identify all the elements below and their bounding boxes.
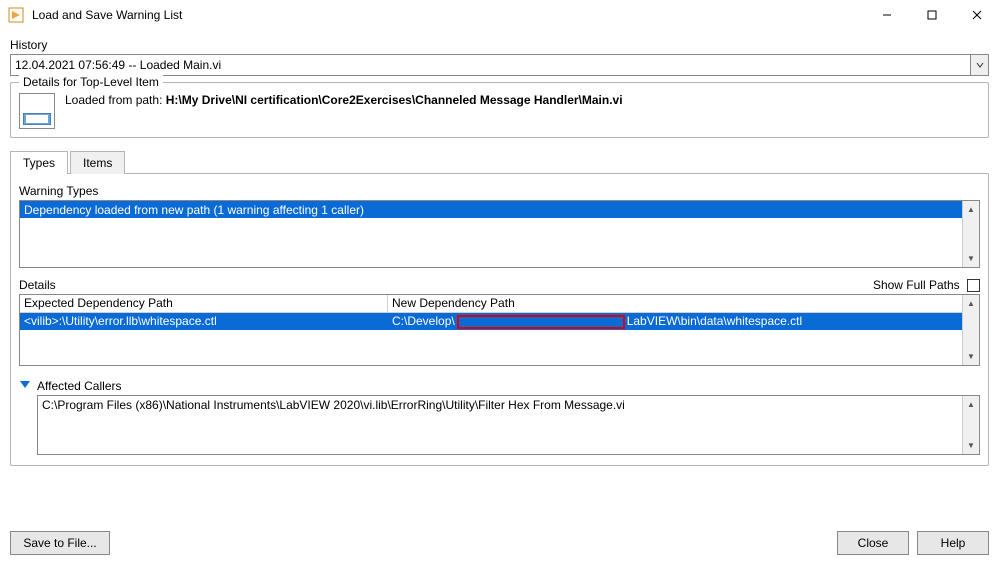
history-dropdown[interactable]: 12.04.2021 07:56:49 -- Loaded Main.vi bbox=[10, 54, 971, 76]
scroll-up-icon[interactable]: ▲ bbox=[963, 201, 979, 218]
scroll-down-icon[interactable]: ▼ bbox=[963, 250, 979, 267]
top-level-legend: Details for Top-Level Item bbox=[19, 75, 163, 89]
affected-callers-label: Affected Callers bbox=[37, 379, 122, 393]
scroll-up-icon[interactable]: ▲ bbox=[963, 396, 979, 413]
warning-type-row[interactable]: Dependency loaded from new path (1 warni… bbox=[20, 201, 962, 218]
new-path-cell: C:\Develop\ LabVIEW\bin\data\whitespace.c… bbox=[388, 313, 962, 330]
show-full-paths-checkbox[interactable] bbox=[967, 279, 980, 292]
window-controls bbox=[864, 0, 999, 30]
loaded-from-path: Loaded from path: H:\My Drive\NI certifi… bbox=[65, 93, 623, 107]
maximize-button[interactable] bbox=[909, 0, 954, 30]
dependency-table[interactable]: Expected Dependency Path New Dependency … bbox=[19, 294, 980, 366]
loaded-label: Loaded from path: bbox=[65, 93, 166, 107]
tabs: Types Items bbox=[10, 150, 989, 173]
titlebar: Load and Save Warning List bbox=[0, 0, 999, 30]
scroll-down-icon[interactable]: ▼ bbox=[963, 437, 979, 454]
minimize-button[interactable] bbox=[864, 0, 909, 30]
window-title: Load and Save Warning List bbox=[32, 8, 864, 22]
expected-path-cell: <vilib>:\Utility\error.llb\whitespace.ct… bbox=[20, 313, 388, 330]
show-full-paths-label: Show Full Paths bbox=[873, 278, 960, 292]
warning-types-label: Warning Types bbox=[19, 184, 980, 198]
tab-items[interactable]: Items bbox=[70, 151, 125, 174]
history-dropdown-button[interactable] bbox=[971, 54, 989, 76]
column-new-path[interactable]: New Dependency Path bbox=[388, 295, 962, 312]
show-full-paths[interactable]: Show Full Paths bbox=[873, 278, 980, 292]
history-selected-value: 12.04.2021 07:56:49 -- Loaded Main.vi bbox=[15, 58, 221, 72]
affected-callers-list[interactable]: C:\Program Files (x86)\National Instrume… bbox=[37, 395, 980, 455]
scroll-up-icon[interactable]: ▲ bbox=[963, 295, 979, 312]
tab-types[interactable]: Types bbox=[10, 151, 68, 174]
close-button[interactable] bbox=[954, 0, 999, 30]
details-label: Details bbox=[19, 278, 56, 292]
button-bar: Save to File... Close Help bbox=[10, 531, 989, 555]
scroll-track[interactable] bbox=[963, 312, 979, 348]
scrollbar[interactable]: ▲ ▼ bbox=[962, 201, 979, 267]
collapse-toggle[interactable] bbox=[19, 378, 31, 393]
new-path-suffix: LabVIEW\bin\data\whitespace.ctl bbox=[627, 314, 802, 328]
scroll-down-icon[interactable]: ▼ bbox=[963, 348, 979, 365]
chevron-down-icon bbox=[975, 60, 985, 70]
close-dialog-button[interactable]: Close bbox=[837, 531, 909, 555]
loaded-path-value: H:\My Drive\NI certification\Core2Exerci… bbox=[166, 93, 623, 107]
save-to-file-button[interactable]: Save to File... bbox=[10, 531, 110, 555]
history-label: History bbox=[10, 38, 989, 52]
scroll-track[interactable] bbox=[963, 413, 979, 437]
redacted-segment bbox=[457, 315, 625, 329]
column-expected-path[interactable]: Expected Dependency Path bbox=[20, 295, 388, 312]
new-path-prefix: C:\Develop\ bbox=[392, 314, 455, 328]
warning-types-list[interactable]: Dependency loaded from new path (1 warni… bbox=[19, 200, 980, 268]
scrollbar[interactable]: ▲ ▼ bbox=[962, 396, 979, 454]
triangle-down-icon bbox=[19, 378, 31, 390]
help-button[interactable]: Help bbox=[917, 531, 989, 555]
scroll-track[interactable] bbox=[963, 218, 979, 250]
scrollbar[interactable]: ▲ ▼ bbox=[962, 295, 979, 365]
top-level-groupbox: Details for Top-Level Item Loaded from p… bbox=[10, 82, 989, 138]
app-icon bbox=[8, 7, 24, 23]
vi-icon bbox=[19, 93, 55, 129]
affected-caller-row[interactable]: C:\Program Files (x86)\National Instrume… bbox=[42, 398, 958, 412]
dependency-row[interactable]: <vilib>:\Utility\error.llb\whitespace.ct… bbox=[20, 313, 962, 330]
